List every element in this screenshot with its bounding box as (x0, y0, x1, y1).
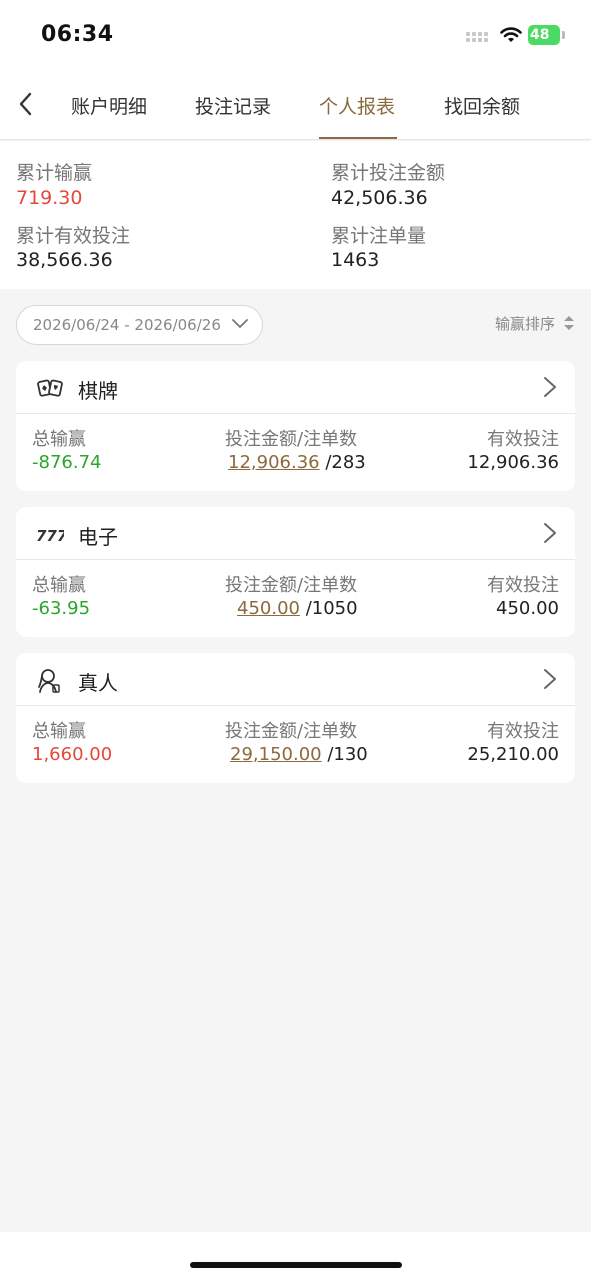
slot-777-icon: 777 (36, 527, 64, 545)
total-bet-amount-label: 累计投注金额 (331, 162, 446, 184)
category-header-chess-card[interactable]: 棋牌 (16, 361, 575, 414)
category-title: 真人 (78, 671, 118, 695)
valid-bet-value: 25,210.00 (467, 744, 559, 765)
chevron-down-icon (232, 319, 248, 328)
chevron-right-icon (544, 669, 556, 689)
valid-bet-label: 有效投注 (487, 575, 559, 596)
order-count: /283 (319, 452, 366, 473)
cellular-signal-icon (466, 32, 488, 42)
back-arrow-icon[interactable] (14, 90, 38, 118)
bet-amount-orders-label: 投注金额/注单数 (225, 575, 358, 596)
valid-bet-value: 450.00 (496, 598, 559, 619)
bottom-safe-area (0, 1232, 591, 1280)
chevron-right-icon (544, 377, 556, 397)
bet-amount-link[interactable]: 450.00 (237, 598, 300, 619)
bet-amount-orders-value: 450.00 /1050 (237, 598, 358, 619)
active-tab-indicator (319, 137, 397, 139)
summary-panel: 累计输赢 719.30 累计投注金额 42,506.36 累计有效投注 38,5… (0, 141, 591, 289)
chevron-right-icon (544, 523, 556, 543)
valid-bet-label: 有效投注 (487, 721, 559, 742)
order-count: /1050 (299, 598, 358, 619)
svg-text:777: 777 (36, 527, 64, 545)
bet-amount-orders-value: 12,906.36 /283 (228, 452, 366, 473)
tab-account-details[interactable]: 账户明细 (71, 92, 147, 119)
win-loss-value: -63.95 (32, 598, 91, 619)
status-time: 06:34 (41, 22, 114, 47)
win-loss-label: 总输赢 (32, 575, 86, 596)
tab-bet-records[interactable]: 投注记录 (195, 92, 271, 119)
bet-amount-orders-label: 投注金额/注单数 (225, 721, 358, 742)
bet-amount-link[interactable]: 29,150.00 (230, 744, 322, 765)
win-loss-value: -876.74 (32, 452, 102, 473)
sort-icon (564, 316, 574, 330)
order-count: /130 (321, 744, 368, 765)
win-loss-value: 1,660.00 (32, 744, 113, 765)
category-card-live: 真人 总输赢 1,660.00 投注金额/注单数 29,150.00 /130 … (16, 653, 575, 783)
total-valid-bet-value: 38,566.36 (16, 249, 113, 271)
status-bar: 06:34 48 (0, 0, 591, 70)
total-orders-value: 1463 (331, 249, 380, 271)
category-card-chess-card: 棋牌 总输赢 -876.74 投注金额/注单数 12,906.36 /283 有… (16, 361, 575, 491)
date-range-picker[interactable]: 2026/06/24 - 2026/06/26 (16, 305, 263, 345)
top-navigation: 账户明细 投注记录 个人报表 找回余额 (0, 70, 591, 140)
total-win-loss-value: 719.30 (16, 187, 83, 209)
valid-bet-label: 有效投注 (487, 429, 559, 450)
live-dealer-icon (38, 669, 60, 693)
wifi-icon (500, 27, 522, 42)
cards-icon (37, 379, 63, 397)
win-loss-label: 总输赢 (32, 429, 86, 450)
sort-by-win-loss-button[interactable]: 输赢排序 (495, 313, 575, 334)
bet-amount-orders-value: 29,150.00 /130 (230, 744, 368, 765)
total-win-loss-label: 累计输赢 (16, 162, 93, 184)
total-orders-label: 累计注单量 (331, 225, 427, 247)
total-bet-amount-value: 42,506.36 (331, 187, 428, 209)
battery-icon: 48 (528, 25, 565, 45)
bet-amount-orders-label: 投注金额/注单数 (225, 429, 358, 450)
category-title: 棋牌 (78, 379, 118, 403)
category-card-slots: 777 电子 总输赢 -63.95 投注金额/注单数 450.00 /1050 … (16, 507, 575, 637)
win-loss-label: 总输赢 (32, 721, 86, 742)
category-header-slots[interactable]: 777 电子 (16, 507, 575, 560)
category-title: 电子 (78, 525, 118, 549)
date-range-text: 2026/06/24 - 2026/06/26 (33, 316, 221, 334)
home-indicator[interactable] (190, 1262, 402, 1268)
tab-personal-report[interactable]: 个人报表 (319, 92, 395, 119)
sort-label: 输赢排序 (494, 315, 555, 333)
valid-bet-value: 12,906.36 (467, 452, 559, 473)
bet-amount-link[interactable]: 12,906.36 (228, 452, 320, 473)
tab-recover-balance[interactable]: 找回余额 (444, 92, 520, 119)
category-header-live[interactable]: 真人 (16, 653, 575, 706)
total-valid-bet-label: 累计有效投注 (16, 225, 131, 247)
battery-level: 48 (530, 27, 550, 43)
